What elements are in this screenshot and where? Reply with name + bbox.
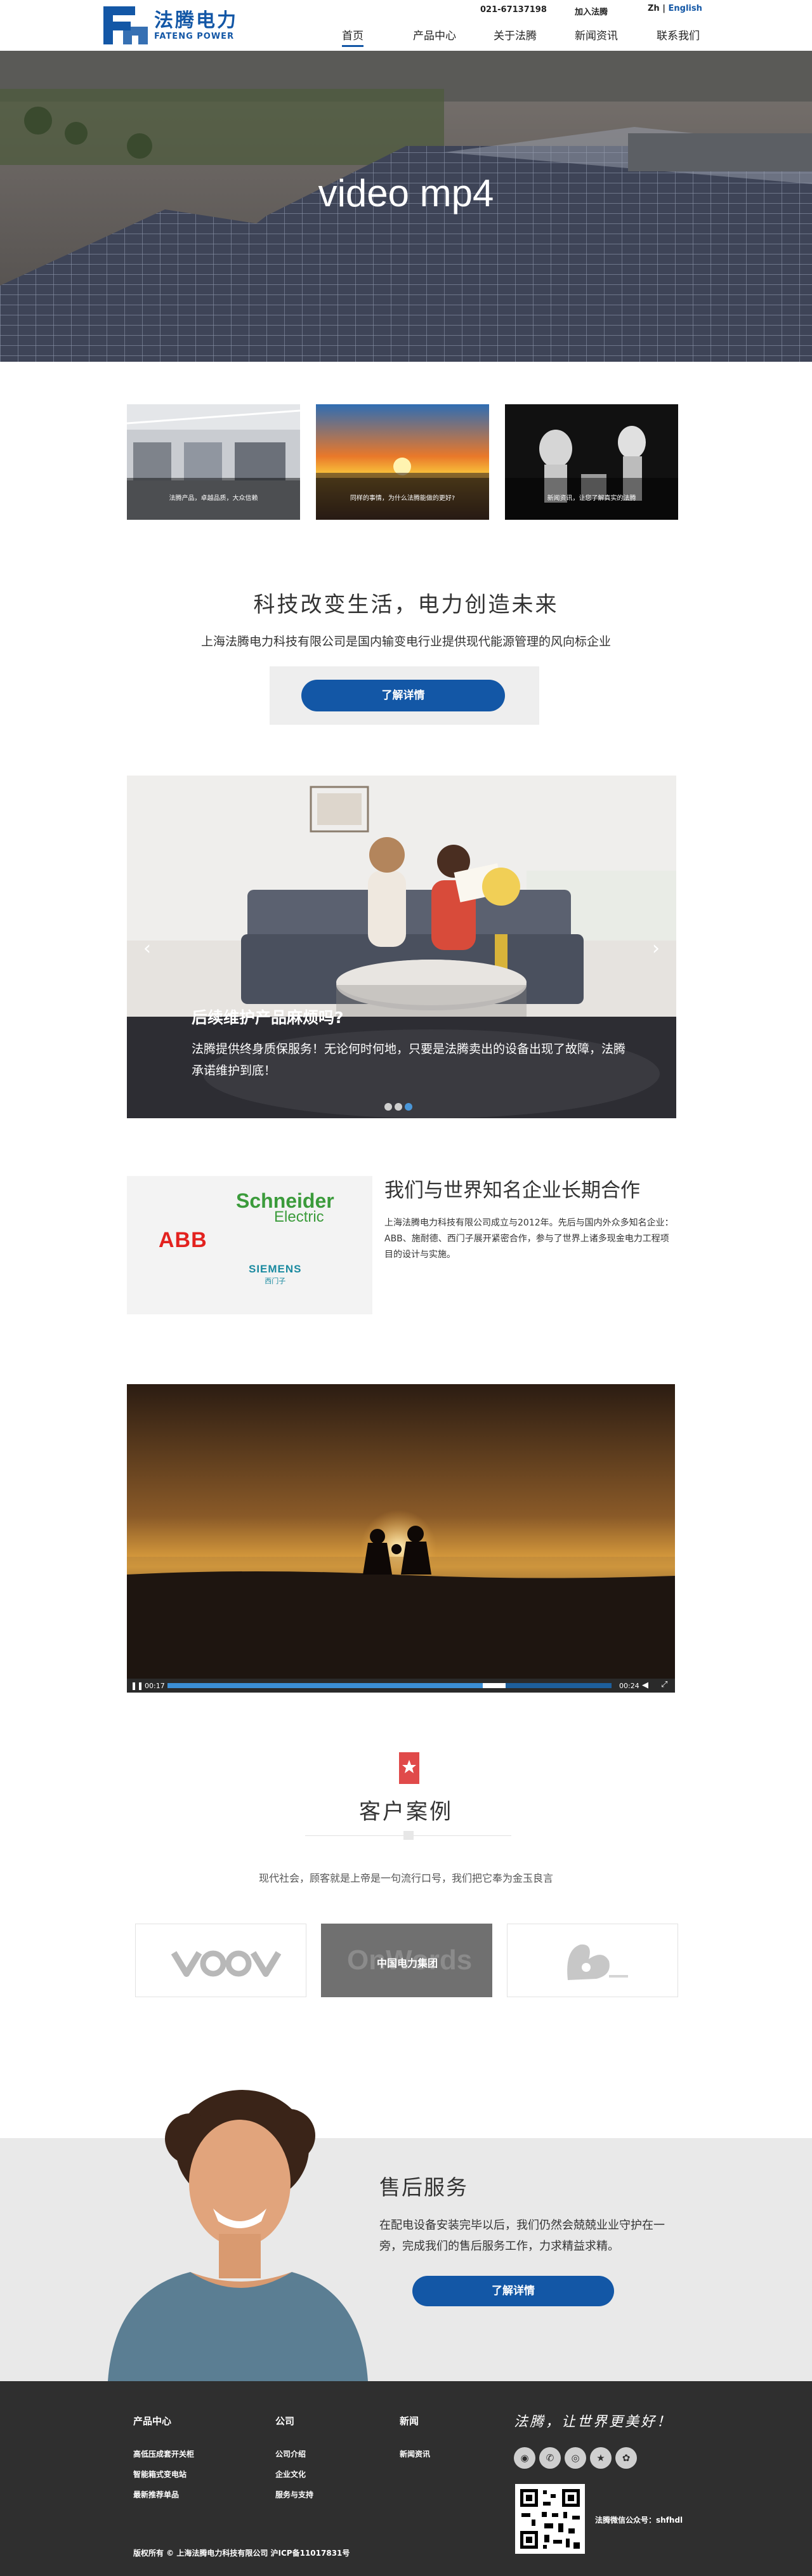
cases-subtitle: 现代社会，顾客就是上帝是一句流行口号，我们把它奉为金玉良言 (258, 1872, 553, 1884)
service-text: 在配电设备安装完毕以后，我们仍然会兢兢业业守护在一旁，完成我们的售后服务工作，力… (379, 2219, 665, 2253)
qq-icon[interactable]: ◉ (514, 2447, 535, 2469)
flower-logo-icon (567, 1944, 628, 1980)
schneider-logo: Schneider Electric (236, 1189, 334, 1225)
site-footer: 产品中心 高低压成套开关柜 智能箱式变电站 最新推荐单品 公司 公司介绍 企业文… (0, 2381, 812, 2576)
footer-slogan: 法腾，让世界更美好！ (514, 2414, 673, 2430)
nav-item-news[interactable]: 新闻资讯 (575, 28, 618, 47)
site-header: 法腾电力 FATENG POWER 021-67137198 加入法腾 Zh |… (0, 0, 812, 51)
siemens-logo-cn: 西门子 (265, 1278, 286, 1285)
footer-link[interactable]: 最新推荐单品 (133, 2489, 179, 2500)
footer-link[interactable]: 智能箱式变电站 (133, 2469, 187, 2480)
slogan-title: 科技改变生活，电力创造未来 (253, 592, 559, 618)
case-badge-icon (399, 1752, 419, 1784)
hero-banner: video mp4 (0, 51, 812, 362)
carousel-next-icon[interactable]: › (652, 937, 660, 960)
lang-zh[interactable]: Zh (648, 4, 660, 13)
carousel-text: 法腾提供终身质保服务！无论何时何地，只要是法腾卖出的设备出现了故障，法腾承诺维护… (192, 1042, 626, 1078)
thumb-why[interactable]: 同样的事情，为什么法腾能做的更好? (316, 404, 489, 520)
page: 法腾电力 FATENG POWER 021-67137198 加入法腾 Zh |… (0, 0, 812, 2576)
video-progress-track[interactable] (167, 1683, 612, 1688)
case-card-voov[interactable] (135, 1924, 306, 1997)
service-learn-more-button[interactable]: 了解详情 (412, 2276, 614, 2306)
thumb-products[interactable]: 法腾产品，卓越品质，大众信赖 (127, 404, 300, 520)
lang-en[interactable]: English (669, 4, 702, 13)
learn-more-button[interactable]: 了解详情 (301, 680, 505, 711)
language-switch: Zh | English (648, 4, 702, 13)
nav-item-about[interactable]: 关于法腾 (494, 28, 537, 47)
star-icon[interactable]: ★ (590, 2447, 612, 2469)
footer-col-news-title: 新闻 (400, 2415, 419, 2427)
footer-link[interactable]: 企业文化 (275, 2469, 306, 2480)
video-player[interactable]: ❚❚ 00:17 00:24 ◀ ⤢ (127, 1384, 675, 1693)
schneider-logo-line-1: Schneider (236, 1189, 334, 1212)
weibo-icon[interactable]: ◎ (565, 2447, 586, 2469)
flower-icon[interactable]: ✿ (615, 2447, 637, 2469)
qr-label: 法腾微信公众号：shfhdl (595, 2516, 683, 2525)
wechat-qr-code (515, 2484, 585, 2554)
carousel-prev-icon[interactable]: ‹ (143, 937, 151, 960)
thumb-news[interactable]: 新闻资讯，让您了解真实的法腾 (505, 404, 678, 520)
video-controls: ❚❚ 00:17 00:24 ◀ ⤢ (127, 1679, 675, 1693)
video-time-total: 00:24 (619, 1682, 639, 1690)
carousel-dots (384, 1101, 415, 1113)
footer-link[interactable]: 公司介绍 (275, 2448, 306, 2459)
join-link[interactable]: 加入法腾 (575, 5, 608, 17)
copyright: 版权所有 © 上海法腾电力科技有限公司 沪ICP备11017831号 (133, 2549, 350, 2558)
cases-title: 客户案例 (359, 1799, 453, 1825)
thumb-caption: 同样的事情，为什么法腾能做的更好? (316, 478, 489, 520)
carousel-dot[interactable] (384, 1103, 392, 1111)
partners-text: 上海法腾电力科技有限公司成立与2012年。先后与国内外众多知名企业：ABB、施耐… (384, 1218, 674, 1260)
voov-logo-icon (171, 1950, 282, 1977)
volume-icon[interactable]: ◀ (642, 1681, 648, 1690)
lang-sep: | (662, 4, 665, 13)
service-carousel: 后续维护产品麻烦吗? 法腾提供终身质保服务！无论何时何地，只要是法腾卖出的设备出… (127, 776, 676, 1118)
footer-col-company-title: 公司 (275, 2415, 295, 2427)
smiling-man-image (108, 2090, 368, 2381)
pause-icon[interactable]: ❚❚ (131, 1681, 143, 1690)
footer-link[interactable]: 服务与支持 (275, 2489, 313, 2500)
case-card-flower[interactable] (507, 1924, 678, 1997)
partner-logos: ABB Schneider Electric SIEMENS 西门子 (127, 1176, 372, 1314)
nav-item-products[interactable]: 产品中心 (413, 28, 456, 47)
video-progress-buffer (483, 1683, 506, 1688)
video-progress-fill (167, 1683, 483, 1688)
footer-col-products-title: 产品中心 (133, 2415, 172, 2427)
abb-logo: ABB (159, 1228, 207, 1252)
case-card-label: 中国电力集团 (376, 1957, 438, 1969)
carousel-dot[interactable] (395, 1103, 402, 1111)
nav-item-contact[interactable]: 联系我们 (657, 28, 700, 47)
video-time-current: 00:17 (145, 1682, 165, 1690)
nav-item-home[interactable]: 首页 (342, 28, 363, 47)
main-nav: 首页 产品中心 关于法腾 新闻资讯 联系我们 (0, 28, 812, 47)
slogan-button-panel: 了解详情 (270, 666, 539, 725)
phone-number: 021-67137198 (480, 5, 547, 15)
siemens-logo: SIEMENS 西门子 (249, 1263, 302, 1286)
wechat-icon[interactable]: ✆ (539, 2447, 561, 2469)
thumb-caption: 法腾产品，卓越品质，大众信赖 (127, 478, 300, 520)
fullscreen-icon[interactable]: ⤢ (661, 1680, 667, 1689)
carousel-title: 后续维护产品麻烦吗? (192, 1008, 344, 1027)
thumb-caption: 新闻资讯，让您了解真实的法腾 (505, 478, 678, 520)
video-sunset-image (127, 1384, 675, 1679)
slogan-subtitle: 上海法腾电力科技有限公司是国内输变电行业提供现代能源管理的风向标企业 (200, 635, 611, 649)
case-card-china-power[interactable]: OnWords 中国电力集团 (321, 1924, 492, 1997)
cases-divider-mark (403, 1831, 414, 1840)
partners-title: 我们与世界知名企业长期合作 (384, 1179, 640, 1202)
footer-link[interactable]: 新闻资讯 (400, 2448, 430, 2459)
hero-title: video mp4 (318, 172, 494, 215)
footer-link[interactable]: 高低压成套开关柜 (133, 2448, 194, 2459)
service-title: 售后服务 (379, 2175, 468, 2200)
carousel-dot-active[interactable] (405, 1103, 412, 1111)
siemens-logo-text: SIEMENS (249, 1263, 302, 1275)
top-bar: 021-67137198 加入法腾 Zh | English (431, 4, 812, 18)
